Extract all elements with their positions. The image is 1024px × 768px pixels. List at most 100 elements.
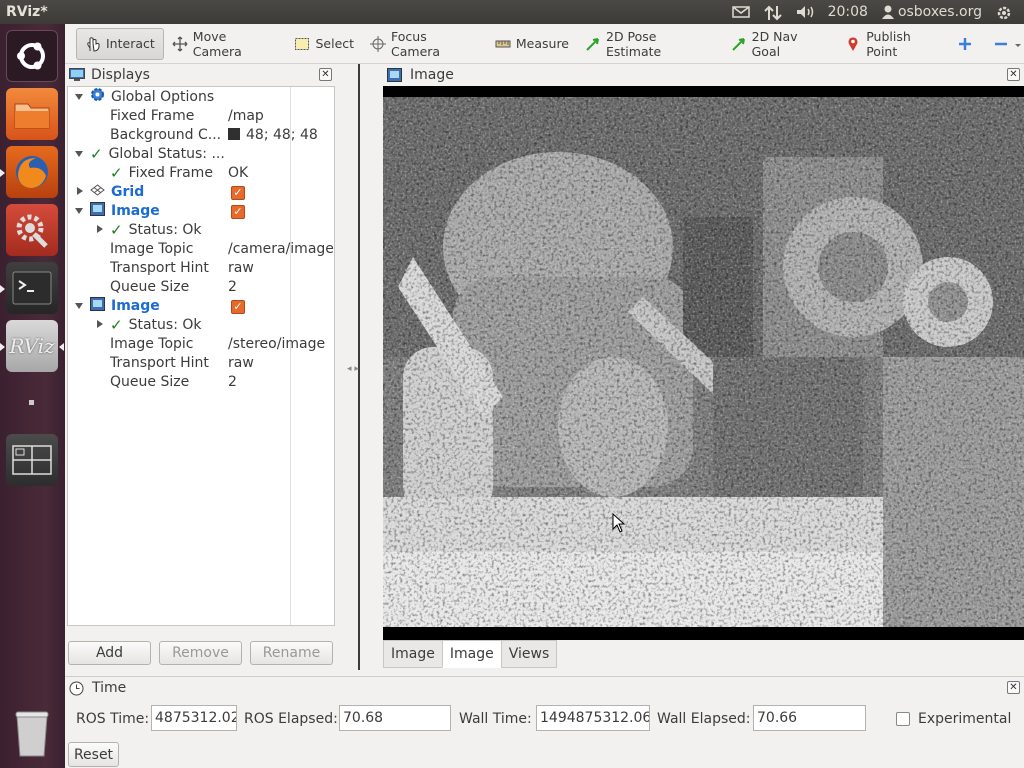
check-icon: ✓ [110, 315, 123, 334]
tree-row-queue-size[interactable]: Queue Size 2 [68, 277, 334, 296]
grid-enabled-checkbox[interactable]: ✓ [231, 184, 245, 200]
splitter-arrows-icon[interactable]: ◂ ▸ [347, 364, 359, 374]
tool-measure[interactable]: Measure [487, 28, 577, 60]
expand-arrow-icon[interactable] [75, 303, 83, 309]
running-indicator [0, 343, 5, 351]
tab-image-1[interactable]: Image [383, 640, 443, 668]
image-2-enabled-checkbox[interactable]: ✓ [231, 298, 245, 314]
tree-row-background-color[interactable]: Background C... 48; 48; 48 [68, 125, 334, 144]
trash-icon [15, 711, 49, 757]
tool-interact[interactable]: Interact [76, 27, 164, 60]
image-topic-value[interactable]: /stereo/image [228, 336, 325, 352]
tool-focus-camera[interactable]: Focus Camera [362, 28, 487, 60]
image-display-icon [90, 201, 105, 220]
tree-row-image-1-status[interactable]: ✓ Status: Ok [68, 220, 334, 239]
transport-hint-value[interactable]: raw [228, 355, 254, 371]
terminal-launcher-button[interactable] [6, 262, 58, 314]
tree-row-fixed-frame[interactable]: Fixed Frame /map [68, 106, 334, 125]
tool-publish-point[interactable]: Publish Point [837, 28, 953, 60]
rename-display-button[interactable]: Rename [250, 641, 333, 665]
focus-camera-icon [370, 35, 387, 52]
tree-row-transport-hint[interactable]: Transport Hint raw [68, 258, 334, 277]
expand-arrow-icon[interactable] [75, 151, 83, 157]
row-label: Status: Ok [128, 316, 202, 333]
queue-size-value[interactable]: 2 [228, 279, 237, 295]
tree-row-global-options[interactable]: Global Options [68, 87, 334, 106]
power-gear-icon[interactable] [996, 5, 1014, 20]
clock[interactable]: 20:08 [828, 4, 868, 20]
image-panel-close-button[interactable]: ✕ [1007, 68, 1020, 81]
user-menu[interactable]: osboxes.org [881, 4, 982, 20]
grid-icon [90, 183, 105, 200]
tree-row-image-topic[interactable]: Image Topic /stereo/image [68, 334, 334, 353]
ros-time-field[interactable]: 4875312.02 [151, 705, 237, 731]
tree-row-queue-size[interactable]: Queue Size 2 [68, 372, 334, 391]
system-settings-launcher-button[interactable] [6, 204, 58, 256]
wall-elapsed-label: Wall Elapsed: [657, 711, 751, 727]
tree-row-transport-hint[interactable]: Transport Hint raw [68, 353, 334, 372]
move-camera-icon [172, 36, 188, 52]
tree-row-image-2[interactable]: Image ✓ [68, 296, 334, 315]
fixed-frame-value[interactable]: /map [228, 108, 264, 124]
remove-tool-button[interactable] [991, 28, 1024, 60]
network-updown-icon[interactable] [763, 5, 782, 21]
indicator-area: 20:08 osboxes.org [731, 4, 1024, 21]
app-title: RViz* [6, 4, 48, 20]
tree-row-grid[interactable]: Grid ✓ [68, 182, 334, 201]
transport-hint-value[interactable]: raw [228, 260, 254, 276]
expand-arrow-icon[interactable] [97, 320, 103, 328]
rviz-logo-icon: RViz [9, 334, 55, 358]
row-label: Image [111, 202, 160, 219]
row-label: Grid [111, 183, 145, 200]
displays-close-button[interactable]: ✕ [319, 68, 332, 81]
displays-panel-title: Displays [91, 67, 150, 83]
tree-row-image-1[interactable]: Image ✓ [68, 201, 334, 220]
depth-image-view[interactable] [383, 97, 1024, 627]
tree-row-status-fixed-frame[interactable]: ✓ Fixed Frame OK [68, 163, 334, 182]
tool-select[interactable]: Select [286, 28, 362, 60]
wall-time-field[interactable]: 1494875312.06 [536, 705, 650, 731]
globe-gear-icon [90, 87, 105, 106]
tool-2d-pose-estimate[interactable]: 2D Pose Estimate [577, 28, 723, 60]
ros-elapsed-field[interactable]: 70.68 [339, 705, 451, 731]
add-display-button[interactable]: Add [68, 641, 151, 665]
expand-arrow-icon[interactable] [77, 187, 83, 195]
tool-2d-nav-goal[interactable]: 2D Nav Goal [723, 28, 838, 60]
tab-image-2[interactable]: Image [441, 640, 502, 668]
firefox-launcher-button[interactable] [6, 146, 58, 198]
image-topic-value[interactable]: /camera/image [228, 241, 334, 257]
dash-home-button[interactable] [6, 30, 58, 82]
tool-move-camera[interactable]: Move Camera [164, 28, 287, 60]
files-launcher-button[interactable] [6, 88, 58, 140]
image-panel-header: Image [387, 64, 454, 86]
expand-arrow-icon[interactable] [75, 208, 83, 214]
time-panel-close-button[interactable]: ✕ [1007, 681, 1020, 694]
tree-row-image-2-status[interactable]: ✓ Status: Ok [68, 315, 334, 334]
wall-elapsed-field[interactable]: 70.66 [753, 705, 866, 731]
ubuntu-logo-icon [17, 42, 45, 70]
tool-label: 2D Nav Goal [751, 28, 798, 59]
tab-views[interactable]: Views [500, 640, 558, 668]
background-color-value[interactable]: 48; 48; 48 [228, 127, 318, 143]
add-tool-button[interactable] [953, 28, 977, 60]
expand-arrow-icon[interactable] [75, 94, 83, 100]
workspace-switcher-button[interactable] [6, 434, 58, 486]
user-icon [881, 5, 894, 19]
trash-launcher-button[interactable] [6, 708, 58, 760]
check-icon: ✓ [110, 220, 123, 239]
remove-display-button[interactable]: Remove [159, 641, 242, 665]
volume-icon[interactable] [796, 5, 814, 19]
queue-size-value[interactable]: 2 [228, 374, 237, 390]
displays-panel-header: Displays [69, 64, 150, 86]
tree-row-image-topic[interactable]: Image Topic /camera/image [68, 239, 334, 258]
ros-elapsed-label: ROS Elapsed: [244, 711, 338, 727]
experimental-checkbox[interactable] [896, 712, 910, 726]
reset-button[interactable]: Reset [68, 742, 119, 767]
clock-icon [69, 681, 84, 696]
image-1-enabled-checkbox[interactable]: ✓ [231, 203, 245, 219]
terminal-icon [12, 271, 52, 305]
mail-icon[interactable] [731, 5, 750, 19]
tree-row-global-status[interactable]: ✓ Global Status: ... [68, 144, 334, 163]
expand-arrow-icon[interactable] [97, 225, 103, 233]
rviz-launcher-button[interactable]: RViz [6, 320, 58, 372]
